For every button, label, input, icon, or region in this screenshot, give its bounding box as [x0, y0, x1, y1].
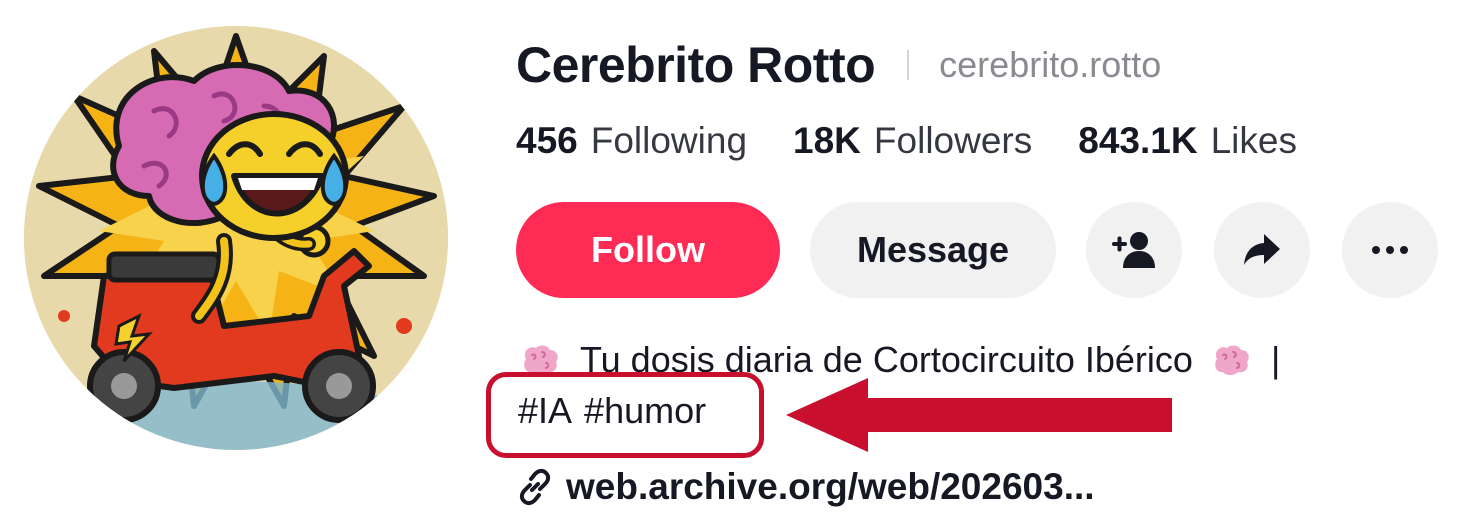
stat-label: Following — [590, 120, 748, 161]
stat-value: 456 — [516, 120, 578, 161]
share-button[interactable] — [1214, 202, 1310, 298]
add-user-icon — [1112, 232, 1155, 268]
highlight-box — [486, 372, 764, 458]
brain-emoji-icon — [1215, 345, 1249, 375]
profile-header: Cerebrito Rotto cerebrito.rotto — [516, 30, 1161, 100]
avatar[interactable] — [24, 26, 448, 450]
stat-following[interactable]: 456 Following — [516, 120, 747, 162]
more-button[interactable] — [1342, 202, 1438, 298]
stat-label: Likes — [1210, 120, 1297, 161]
stat-followers[interactable]: 18K Followers — [793, 120, 1032, 162]
display-name: Cerebrito Rotto — [516, 37, 876, 93]
message-button[interactable]: Message — [810, 202, 1056, 298]
avatar-illustration — [24, 26, 448, 450]
name-divider — [907, 50, 910, 80]
ellipsis-icon — [1372, 246, 1408, 254]
bio-separator: | — [1270, 339, 1281, 380]
stat-value: 18K — [793, 120, 861, 161]
username: cerebrito.rotto — [939, 44, 1162, 85]
share-arrow-icon — [1244, 234, 1280, 265]
stat-likes: 843.1K Likes — [1078, 120, 1297, 162]
profile-link[interactable]: web.archive.org/web/202603... — [516, 460, 1095, 514]
link-icon — [519, 468, 551, 506]
stat-value: 843.1K — [1078, 120, 1198, 161]
profile-stats: 456 Following 18K Followers 843.1K Likes — [516, 116, 1297, 166]
stat-label: Followers — [873, 120, 1033, 161]
follow-button[interactable]: Follow — [516, 202, 780, 298]
add-friend-button[interactable] — [1086, 202, 1182, 298]
annotation-arrow — [786, 378, 1172, 452]
link-text: web.archive.org/web/202603... — [566, 466, 1095, 507]
